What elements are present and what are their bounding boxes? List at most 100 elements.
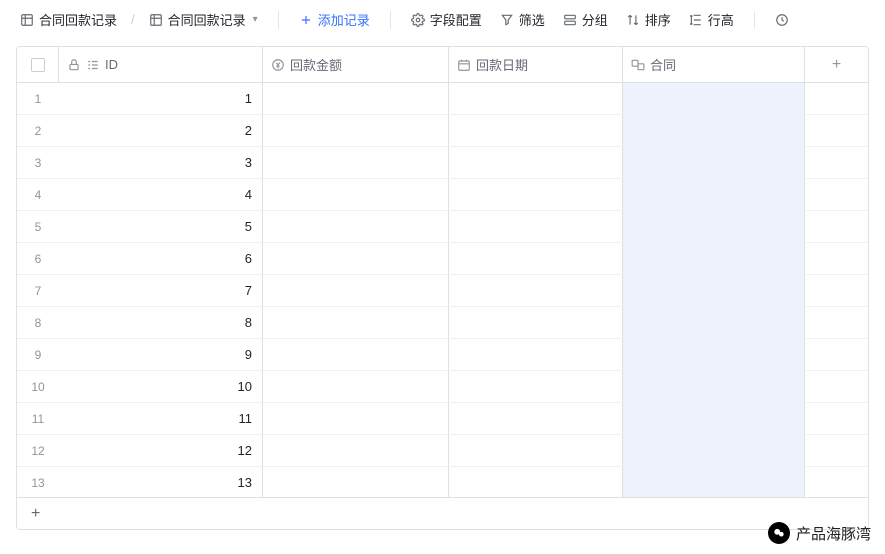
cell-contract[interactable]	[623, 179, 805, 210]
filter-label: 筛选	[519, 10, 545, 29]
table-row[interactable]: 44	[17, 179, 868, 211]
cell-contract[interactable]	[623, 435, 805, 466]
table-row[interactable]: 22	[17, 115, 868, 147]
row-height-button[interactable]: 行高	[683, 6, 740, 33]
cell-contract[interactable]	[623, 211, 805, 242]
select-all-checkbox[interactable]	[31, 58, 45, 72]
cell-date[interactable]	[449, 83, 623, 114]
cell-id[interactable]: 2	[59, 115, 263, 146]
cell-contract[interactable]	[623, 307, 805, 338]
cell-id[interactable]: 6	[59, 243, 263, 274]
cell-amount[interactable]	[263, 371, 449, 402]
toolbar: 合同回款记录 / 合同回款记录 ▾ 添加记录 字段配置 筛选 分组	[0, 0, 885, 40]
table-icon	[20, 13, 34, 27]
breadcrumb-root[interactable]: 合同回款记录	[14, 6, 123, 33]
cell-amount[interactable]	[263, 403, 449, 434]
cell-contract[interactable]	[623, 275, 805, 306]
cell-id[interactable]: 8	[59, 307, 263, 338]
table-row[interactable]: 1010	[17, 371, 868, 403]
add-record-button[interactable]: 添加记录	[293, 6, 376, 33]
table-row[interactable]: 1111	[17, 403, 868, 435]
cell-empty	[805, 211, 868, 242]
breadcrumb-separator: /	[131, 12, 135, 27]
column-header-contract[interactable]: 合同	[623, 47, 805, 82]
cell-empty	[805, 243, 868, 274]
cell-date[interactable]	[449, 211, 623, 242]
gear-icon	[411, 13, 425, 27]
cell-amount[interactable]	[263, 435, 449, 466]
table-row[interactable]: 33	[17, 147, 868, 179]
cell-id[interactable]: 7	[59, 275, 263, 306]
cell-amount[interactable]	[263, 275, 449, 306]
cell-amount[interactable]	[263, 243, 449, 274]
column-header-id[interactable]: ID	[59, 47, 263, 82]
row-number: 3	[17, 147, 59, 178]
cell-empty	[805, 339, 868, 370]
filter-button[interactable]: 筛选	[494, 6, 551, 33]
cell-date[interactable]	[449, 243, 623, 274]
cell-id[interactable]: 10	[59, 371, 263, 402]
cell-id[interactable]: 1	[59, 83, 263, 114]
cell-amount[interactable]	[263, 211, 449, 242]
field-config-button[interactable]: 字段配置	[405, 6, 488, 33]
grid-view-icon	[149, 13, 163, 27]
sort-button[interactable]: 排序	[620, 6, 677, 33]
cell-amount[interactable]	[263, 179, 449, 210]
cell-contract[interactable]	[623, 83, 805, 114]
cell-id[interactable]: 12	[59, 435, 263, 466]
cell-contract[interactable]	[623, 467, 805, 497]
table-row[interactable]: 55	[17, 211, 868, 243]
cell-contract[interactable]	[623, 243, 805, 274]
divider	[390, 11, 391, 29]
breadcrumb-view[interactable]: 合同回款记录 ▾	[143, 6, 264, 33]
cell-date[interactable]	[449, 115, 623, 146]
table-row[interactable]: 11	[17, 83, 868, 115]
table-row[interactable]: 99	[17, 339, 868, 371]
cell-id[interactable]: 4	[59, 179, 263, 210]
watermark: 产品海豚湾	[768, 522, 871, 544]
add-row-button[interactable]: +	[17, 498, 868, 529]
cell-date[interactable]	[449, 339, 623, 370]
cell-date[interactable]	[449, 435, 623, 466]
cell-date[interactable]	[449, 179, 623, 210]
add-column-button[interactable]: +	[805, 47, 868, 82]
row-number: 7	[17, 275, 59, 306]
column-header-date[interactable]: 回款日期	[449, 47, 623, 82]
cell-id[interactable]: 13	[59, 467, 263, 497]
cell-amount[interactable]	[263, 115, 449, 146]
cell-contract[interactable]	[623, 339, 805, 370]
cell-id[interactable]: 11	[59, 403, 263, 434]
cell-date[interactable]	[449, 467, 623, 497]
plus-icon	[299, 13, 313, 27]
cell-date[interactable]	[449, 403, 623, 434]
cell-amount[interactable]	[263, 83, 449, 114]
group-button[interactable]: 分组	[557, 6, 614, 33]
cell-date[interactable]	[449, 371, 623, 402]
cell-date[interactable]	[449, 275, 623, 306]
cell-amount[interactable]	[263, 307, 449, 338]
cell-id[interactable]: 9	[59, 339, 263, 370]
cell-empty	[805, 83, 868, 114]
cell-amount[interactable]	[263, 339, 449, 370]
cell-contract[interactable]	[623, 115, 805, 146]
cell-date[interactable]	[449, 147, 623, 178]
select-all-cell[interactable]	[17, 47, 59, 82]
more-button[interactable]	[769, 9, 795, 31]
table-row[interactable]: 1212	[17, 435, 868, 467]
calendar-icon	[457, 58, 471, 72]
column-header-amount[interactable]: 回款金额	[263, 47, 449, 82]
cell-date[interactable]	[449, 307, 623, 338]
table-row[interactable]: 88	[17, 307, 868, 339]
group-icon	[563, 13, 577, 27]
cell-id[interactable]: 3	[59, 147, 263, 178]
table-row[interactable]: 1313	[17, 467, 868, 497]
table-row[interactable]: 77	[17, 275, 868, 307]
cell-contract[interactable]	[623, 403, 805, 434]
cell-id[interactable]: 5	[59, 211, 263, 242]
cell-amount[interactable]	[263, 467, 449, 497]
table-row[interactable]: 66	[17, 243, 868, 275]
cell-contract[interactable]	[623, 371, 805, 402]
cell-amount[interactable]	[263, 147, 449, 178]
cell-contract[interactable]	[623, 147, 805, 178]
column-amount-label: 回款金额	[290, 55, 342, 74]
